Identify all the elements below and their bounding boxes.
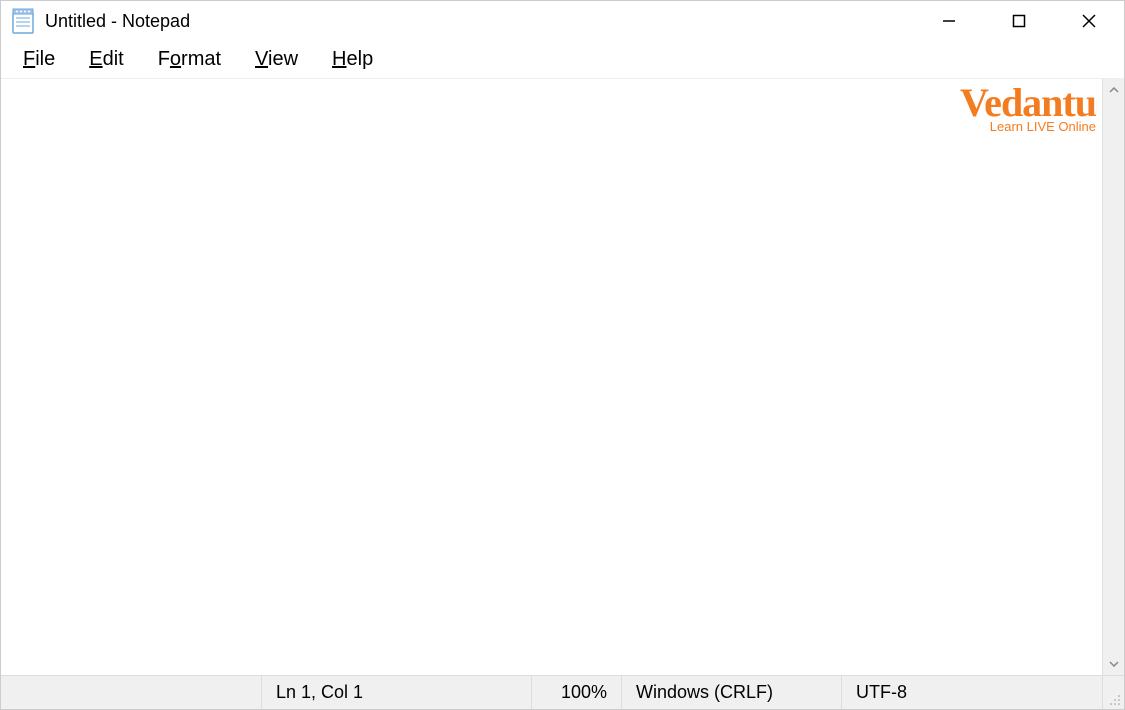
notepad-window: Untitled - Notepad File Edit Format View… <box>0 0 1125 710</box>
status-bar: Ln 1, Col 1 100% Windows (CRLF) UTF-8 <box>1 675 1124 709</box>
status-position: Ln 1, Col 1 <box>261 676 531 709</box>
resize-grip-icon[interactable] <box>1102 676 1124 709</box>
minimize-button[interactable] <box>914 1 984 41</box>
status-line-ending: Windows (CRLF) <box>621 676 841 709</box>
text-editor[interactable] <box>1 79 1102 675</box>
scroll-down-icon[interactable] <box>1103 653 1124 675</box>
menu-edit[interactable]: Edit <box>79 44 133 75</box>
window-controls <box>914 1 1124 41</box>
scroll-up-icon[interactable] <box>1103 79 1124 101</box>
content-area: Vedantu Learn LIVE Online <box>1 79 1124 675</box>
window-title: Untitled - Notepad <box>45 11 914 32</box>
status-encoding: UTF-8 <box>841 676 1102 709</box>
vertical-scrollbar[interactable] <box>1102 79 1124 675</box>
notepad-icon <box>11 7 35 35</box>
maximize-button[interactable] <box>984 1 1054 41</box>
title-bar: Untitled - Notepad <box>1 1 1124 41</box>
menu-view[interactable]: View <box>245 44 308 75</box>
close-button[interactable] <box>1054 1 1124 41</box>
menu-format[interactable]: Format <box>148 44 231 75</box>
menu-file[interactable]: File <box>13 44 65 75</box>
menu-bar: File Edit Format View Help <box>1 41 1124 79</box>
menu-help[interactable]: Help <box>322 44 383 75</box>
status-zoom: 100% <box>531 676 621 709</box>
status-spacer <box>1 676 261 709</box>
